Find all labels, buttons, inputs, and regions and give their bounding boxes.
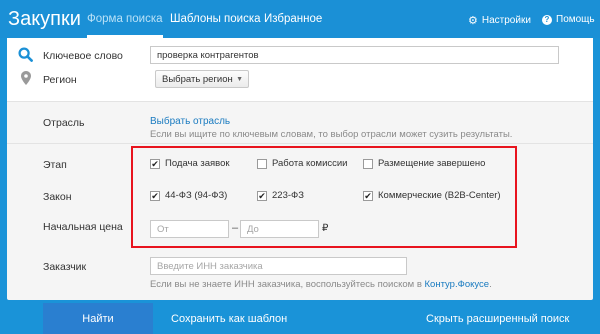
location-pin-icon bbox=[21, 71, 31, 85]
law-label: Закон bbox=[43, 191, 72, 203]
find-button[interactable]: Найти bbox=[43, 303, 153, 334]
search-form-card: Ключевое слово проверка контрагентов Рег… bbox=[7, 38, 593, 300]
save-template-link[interactable]: Сохранить как шаблон bbox=[171, 313, 287, 325]
price-to-input[interactable]: До bbox=[240, 220, 319, 238]
app-title: Закупки bbox=[8, 8, 81, 30]
stage-label: Этап bbox=[43, 159, 67, 171]
gear-icon: ⚙ bbox=[468, 15, 478, 27]
customer-label: Заказчик bbox=[43, 261, 87, 273]
ruble-icon: ₽ bbox=[322, 223, 329, 234]
customer-hint-text: Если вы не знаете ИНН заказчика, восполь… bbox=[150, 279, 425, 290]
region-dropdown-value: Выбрать регион bbox=[162, 74, 233, 85]
search-top-section: Ключевое слово проверка контрагентов Рег… bbox=[7, 38, 593, 102]
divider bbox=[7, 143, 593, 144]
region-label: Регион bbox=[43, 74, 77, 86]
settings-link[interactable]: ⚙ Настройки bbox=[468, 14, 531, 27]
settings-label: Настройки bbox=[481, 15, 531, 26]
price-label: Начальная цена bbox=[43, 221, 123, 233]
customer-hint-suffix: . bbox=[489, 279, 492, 290]
help-icon: ? bbox=[542, 14, 552, 25]
help-label: Помощь bbox=[556, 14, 595, 25]
keyword-input[interactable]: проверка контрагентов bbox=[150, 46, 559, 64]
price-range-dash: – bbox=[232, 222, 239, 234]
keyword-label: Ключевое слово bbox=[43, 50, 123, 62]
top-bar: Закупки Форма поиска Шаблоны поиска Избр… bbox=[0, 0, 600, 38]
tab-search-templates[interactable]: Шаблоны поиска bbox=[170, 13, 261, 25]
industry-label: Отрасль bbox=[43, 117, 85, 129]
tab-search-form[interactable]: Форма поиска bbox=[87, 13, 163, 38]
tab-favorites[interactable]: Избранное bbox=[264, 13, 322, 25]
customer-hint: Если вы не знаете ИНН заказчика, восполь… bbox=[150, 279, 492, 290]
price-from-input[interactable]: От bbox=[150, 220, 229, 238]
kontur-focus-link[interactable]: Контур.Фокусе bbox=[425, 279, 490, 290]
hide-advanced-search-link[interactable]: Скрыть расширенный поиск bbox=[426, 313, 569, 325]
customer-inn-input[interactable]: Введите ИНН заказчика bbox=[150, 257, 407, 275]
search-icon bbox=[18, 47, 33, 62]
help-link[interactable]: ? Помощь bbox=[542, 14, 595, 25]
region-dropdown[interactable]: Выбрать регион ▼ bbox=[155, 70, 249, 88]
select-industry-link[interactable]: Выбрать отрасль bbox=[150, 116, 230, 127]
chevron-down-icon: ▼ bbox=[236, 76, 243, 83]
industry-hint: Если вы ищите по ключевым словам, то выб… bbox=[150, 129, 513, 140]
